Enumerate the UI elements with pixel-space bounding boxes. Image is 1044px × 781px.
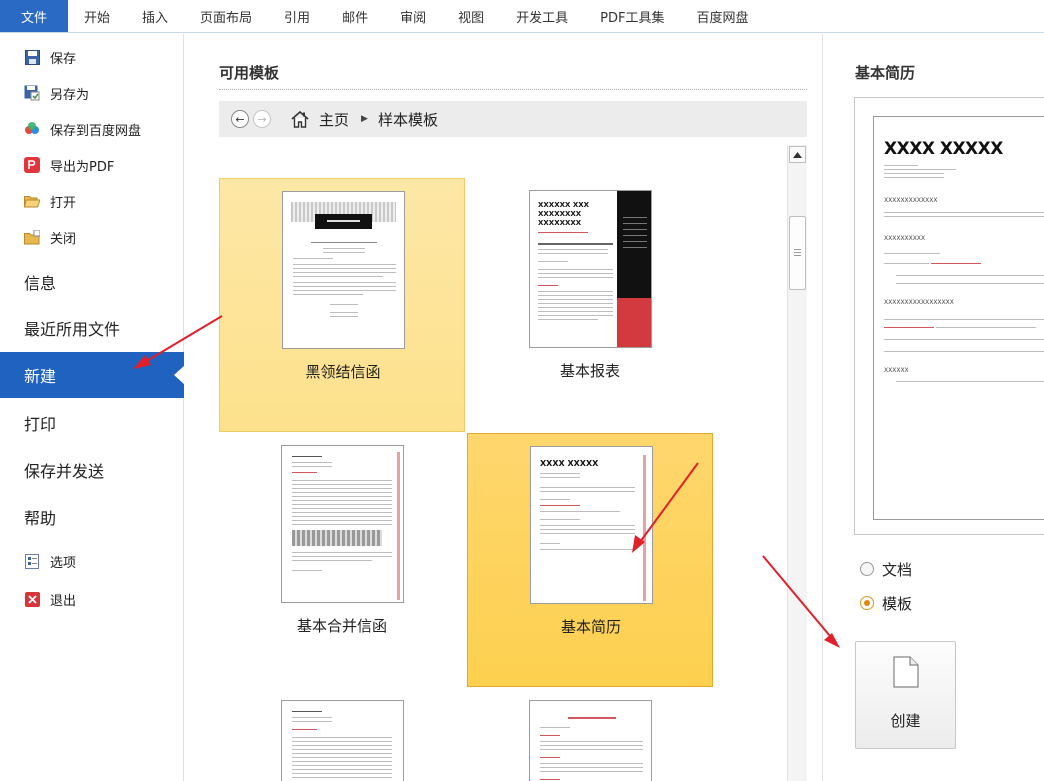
radio-template[interactable]: 模板 [860, 593, 912, 613]
preview-section-1: XXXXXXXXXXXXX [884, 197, 938, 204]
preview-title: 基本简历 [855, 64, 916, 82]
back-arrow-icon[interactable]: ← [231, 110, 249, 128]
nav-open[interactable]: 打开 [24, 186, 76, 216]
nav-export-pdf[interactable]: 导出为PDF [24, 150, 114, 180]
nav-save-as[interactable]: 另存为 [24, 78, 89, 108]
nav-close[interactable]: 关闭 [24, 222, 76, 252]
save-icon [24, 49, 40, 65]
nav-save-baidu[interactable]: 保存到百度网盘 [24, 114, 141, 144]
tab-pdf-tools[interactable]: PDF工具集 [584, 0, 680, 32]
scroll-up-icon[interactable] [789, 146, 806, 163]
tab-references[interactable]: 引用 [268, 0, 326, 32]
blank-document-icon [893, 656, 919, 688]
tab-insert[interactable]: 插入 [126, 0, 184, 32]
divider [219, 89, 807, 90]
report-title-line-3: XXXXXXXX [538, 219, 582, 227]
options-icon [24, 553, 40, 569]
template-thumbnail [281, 445, 404, 603]
nav-options[interactable]: 选项 [24, 546, 76, 576]
template-label: 基本合并信函 [296, 617, 387, 635]
template-label: 基本报表 [559, 362, 620, 380]
nav-exit[interactable]: 退出 [24, 584, 76, 614]
resume-thumb-title: XXXX XXXXX [540, 459, 599, 468]
tab-review[interactable]: 审阅 [384, 0, 442, 32]
preview-section-3: XXXXXXXXXXXXXXXXX [884, 299, 954, 306]
tab-view[interactable]: 视图 [442, 0, 500, 32]
preview-section-2: XXXXXXXXXX [884, 235, 926, 242]
forward-arrow-icon[interactable]: → [253, 110, 271, 128]
template-thumbnail [282, 191, 405, 349]
template-thumbnail [529, 700, 652, 781]
nav-save-send[interactable]: 保存并发送 [0, 447, 184, 493]
nav-save[interactable]: 保存 [24, 42, 76, 72]
radio-document[interactable]: 文档 [860, 559, 912, 579]
create-button[interactable]: 创建 [855, 641, 956, 749]
preview-page: XXXX XXXXX XXXXXXXXXXXXX XXXXXXXXXX XXXX… [873, 116, 1044, 520]
template-thumbnail: XXXXXX XXX XXXXXXXX XXXXXXXX [529, 190, 652, 348]
report-title-line-2: XXXXXXXX [538, 210, 582, 218]
template-tile[interactable] [467, 688, 713, 781]
radio-doc-indicator[interactable] [860, 562, 874, 576]
breadcrumb: ← → 主页 ▶ 样本模板 [219, 101, 807, 137]
template-preview: XXXX XXXXX XXXXXXXXXXXXX XXXXXXXXXX XXXX… [854, 97, 1044, 535]
tab-mailings[interactable]: 邮件 [326, 0, 384, 32]
breadcrumb-separator-icon: ▶ [361, 114, 368, 124]
exit-icon [24, 591, 40, 607]
template-label: 基本简历 [560, 618, 621, 636]
template-label: 黑领结信函 [305, 363, 381, 381]
tab-developer[interactable]: 开发工具 [500, 0, 584, 32]
tab-file[interactable]: 文件 [0, 0, 68, 32]
preview-heading: XXXX XXXXX [884, 139, 1003, 159]
tab-page-layout[interactable]: 页面布局 [184, 0, 268, 32]
tab-baidu-netdisk[interactable]: 百度网盘 [680, 0, 764, 32]
nav-print[interactable]: 打印 [0, 400, 184, 446]
home-icon[interactable] [291, 110, 309, 128]
nav-recent[interactable]: 最近所用文件 [0, 305, 184, 351]
breadcrumb-current[interactable]: 样本模板 [378, 109, 438, 130]
template-tile-basic-report[interactable]: XXXXXX XXX XXXXXXXX XXXXXXXX 基本报表 [467, 178, 713, 432]
save-as-icon [24, 85, 40, 101]
panel-divider [822, 34, 823, 781]
close-folder-icon [24, 229, 40, 245]
report-title-line-1: XXXXXX XXX [538, 201, 590, 209]
template-tile[interactable] [219, 688, 465, 781]
template-tile-basic-resume[interactable]: XXXX XXXXX 基本简历 [467, 433, 713, 687]
template-thumbnail [281, 700, 404, 781]
preview-section-4: XXXXXX [884, 367, 909, 374]
radio-template-indicator[interactable] [860, 596, 874, 610]
open-folder-icon [24, 193, 40, 209]
template-tile-black-tie-letter[interactable]: 黑领结信函 [219, 178, 465, 432]
nav-help[interactable]: 帮助 [0, 494, 184, 540]
baidu-netdisk-icon [24, 121, 40, 137]
tab-home[interactable]: 开始 [68, 0, 126, 32]
breadcrumb-home[interactable]: 主页 [319, 109, 349, 130]
nav-new[interactable]: 新建 [0, 352, 185, 398]
available-templates-title: 可用模板 [219, 64, 280, 82]
scroll-thumb[interactable] [789, 216, 806, 290]
nav-info[interactable]: 信息 [0, 259, 184, 305]
pdf-icon [24, 157, 40, 173]
template-thumbnail: XXXX XXXXX [530, 446, 653, 604]
template-tile-basic-merge-letter[interactable]: 基本合并信函 [219, 433, 465, 687]
ribbon-tabs: 文件 开始 插入 页面布局 引用 邮件 审阅 视图 开发工具 PDF工具集 百度… [0, 0, 1044, 33]
backstage-nav: 保存 另存为 保存到百度网盘 导出为PDF 打开 关闭 信息 最近所用文件 新建… [0, 34, 185, 781]
